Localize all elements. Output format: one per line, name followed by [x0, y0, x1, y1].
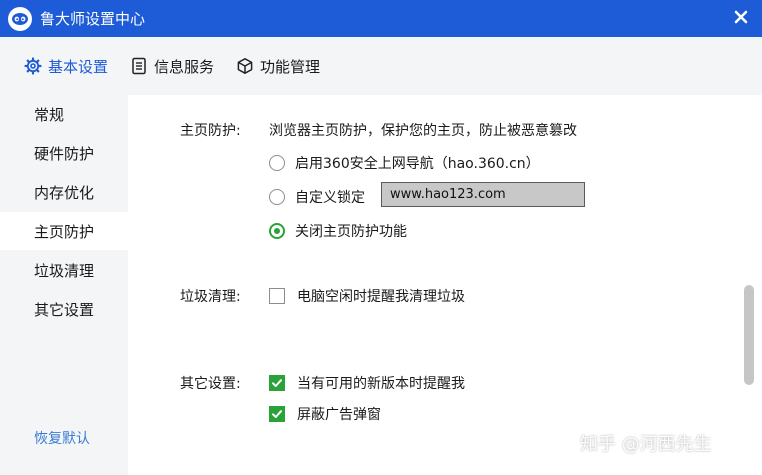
sidebar-item-hardware-protection[interactable]: 硬件防护 [0, 134, 128, 172]
sidebar-item-other-settings[interactable]: 其它设置 [0, 290, 128, 328]
scrollbar[interactable] [744, 115, 754, 465]
sidebar-item-label: 内存优化 [34, 183, 95, 202]
radio-disable-homepage-protection[interactable]: 关闭主页防护功能 [269, 221, 407, 241]
tab-label: 功能管理 [260, 57, 321, 76]
sidebar-item-garbage-cleanup[interactable]: 垃圾清理 [0, 251, 128, 289]
sidebar-item-label: 常规 [34, 105, 65, 124]
window-title: 鲁大师设置中心 [40, 10, 146, 28]
restore-default-link[interactable]: 恢复默认 [34, 428, 90, 448]
sidebar: 常规 硬件防护 内存优化 主页防护 垃圾清理 其它设置 恢复默认 [0, 95, 128, 475]
checkbox[interactable] [269, 288, 285, 304]
settings-panel: 主页防护: 浏览器主页防护，保护您的主页，防止被恶意篡改 启用360安全上网导航… [128, 95, 762, 475]
checkbox-new-version-reminder[interactable]: 当有可用的新版本时提醒我 [269, 373, 465, 393]
sidebar-item-label: 主页防护 [34, 222, 95, 241]
sidebar-item-general[interactable]: 常规 [0, 95, 128, 133]
sidebar-item-label: 硬件防护 [34, 144, 95, 163]
radio-enable-360-nav[interactable]: 启用360安全上网导航（hao.360.cn） [269, 153, 540, 173]
sidebar-item-label: 垃圾清理 [34, 261, 95, 280]
tab-bar: 基本设置 信息服务 功能管理 [0, 37, 762, 95]
tab-label: 信息服务 [154, 57, 215, 76]
checkmark-icon [272, 379, 282, 387]
tab-basic-settings[interactable]: 基本设置 [24, 37, 108, 95]
close-button[interactable] [728, 4, 754, 30]
option-label: 当有可用的新版本时提醒我 [297, 376, 465, 392]
option-label: 电脑空闲时提醒我清理垃圾 [297, 289, 465, 305]
homepage-protection-label: 主页防护: [180, 123, 241, 139]
radio-custom-lock[interactable]: 自定义锁定 [269, 187, 365, 207]
close-icon [734, 10, 748, 24]
tab-function-management[interactable]: 功能管理 [236, 37, 320, 95]
option-label: 关闭主页防护功能 [295, 224, 407, 240]
radio-button-selected[interactable] [269, 223, 285, 239]
app-logo-icon [8, 6, 32, 31]
checkmark-icon [272, 410, 282, 418]
sidebar-item-label: 其它设置 [34, 300, 95, 319]
scrollbar-thumb[interactable] [744, 285, 754, 385]
gear-icon [24, 57, 42, 75]
option-label: 屏蔽广告弹窗 [297, 407, 381, 423]
custom-url-input[interactable] [381, 182, 585, 207]
other-settings-label: 其它设置: [180, 376, 241, 392]
radio-button[interactable] [269, 189, 285, 205]
tab-label: 基本设置 [48, 57, 109, 76]
sidebar-item-homepage-protection[interactable]: 主页防护 [0, 212, 128, 250]
cube-icon [236, 57, 254, 75]
option-label: 启用360安全上网导航（hao.360.cn） [295, 156, 540, 172]
watermark: 知乎 @河西先生 [580, 434, 712, 455]
garbage-cleanup-label: 垃圾清理: [180, 289, 241, 305]
title-bar: 鲁大师设置中心 [0, 0, 762, 37]
checkbox-checked[interactable] [269, 375, 285, 391]
document-icon [130, 57, 148, 75]
homepage-protection-description: 浏览器主页防护，保护您的主页，防止被恶意篡改 [269, 123, 577, 139]
checkbox-block-ad-popups[interactable]: 屏蔽广告弹窗 [269, 404, 381, 424]
option-label: 自定义锁定 [295, 190, 365, 206]
sidebar-item-memory-optimization[interactable]: 内存优化 [0, 173, 128, 211]
checkbox-checked[interactable] [269, 406, 285, 422]
radio-button[interactable] [269, 155, 285, 171]
checkbox-idle-cleanup-reminder[interactable]: 电脑空闲时提醒我清理垃圾 [269, 286, 465, 306]
tab-info-service[interactable]: 信息服务 [130, 37, 214, 95]
